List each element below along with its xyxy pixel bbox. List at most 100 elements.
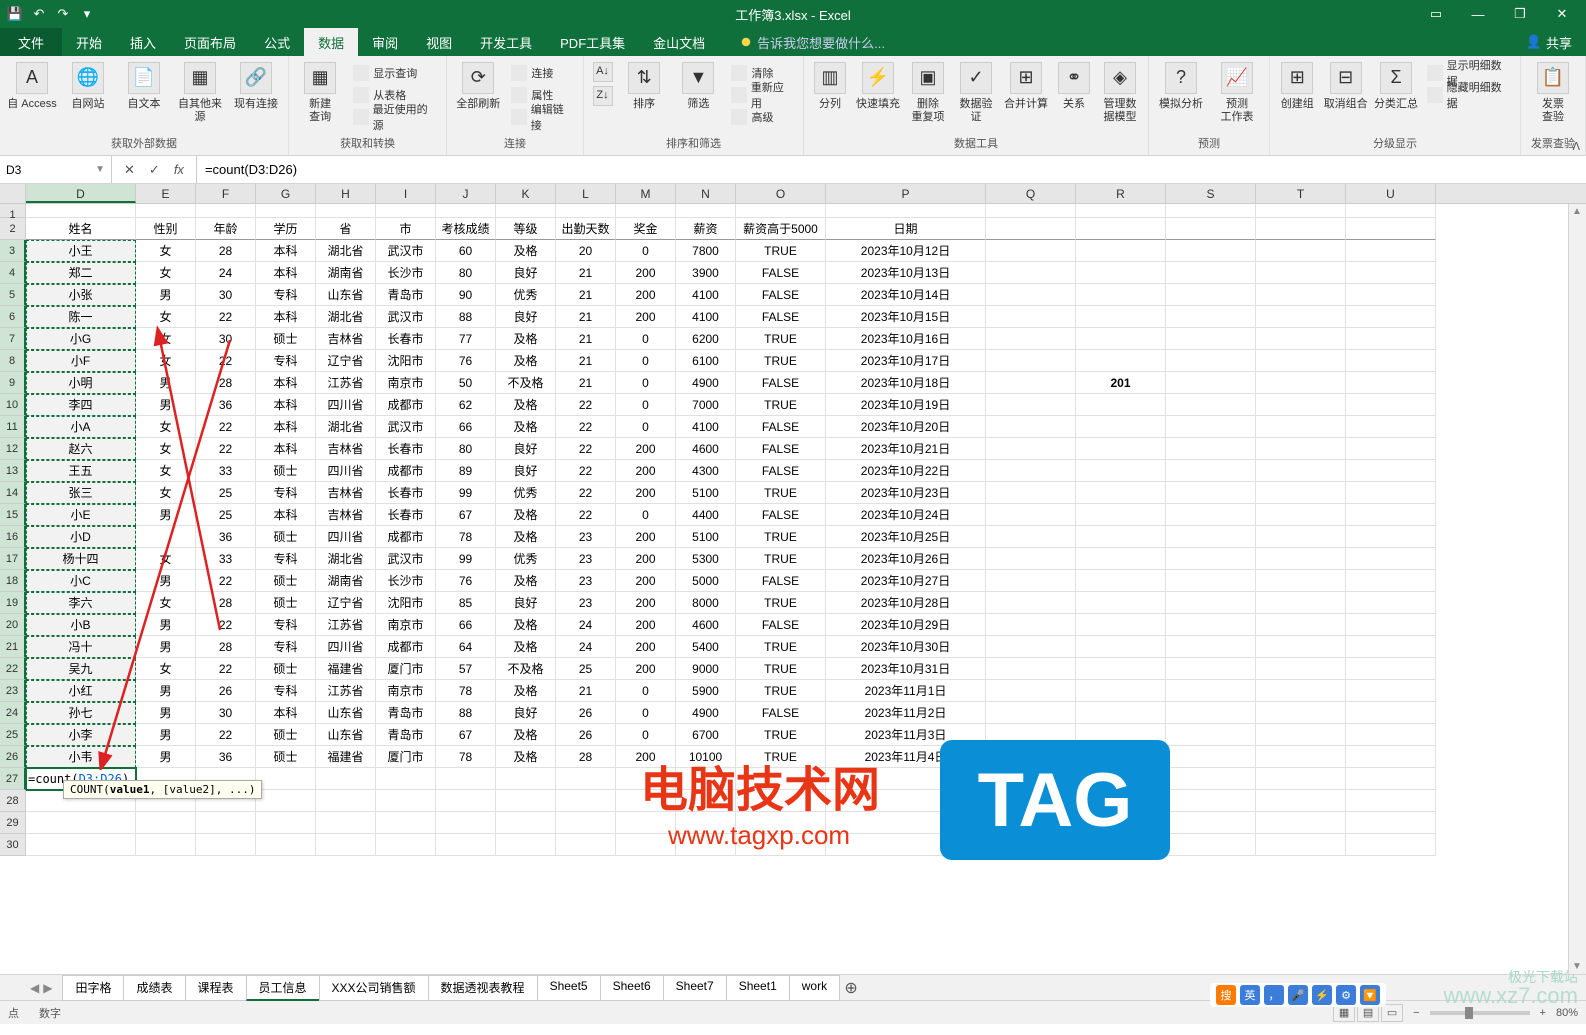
cell[interactable] — [316, 790, 376, 812]
ime-sogou-icon[interactable]: 搜 — [1216, 985, 1236, 1005]
cell[interactable] — [196, 812, 256, 834]
cell[interactable]: 200 — [616, 306, 676, 328]
cell[interactable]: 6100 — [676, 350, 736, 372]
cell[interactable]: 0 — [616, 372, 676, 394]
cell[interactable] — [1166, 262, 1256, 284]
cell[interactable] — [1256, 438, 1346, 460]
tab-data[interactable]: 数据 — [304, 28, 358, 56]
cell[interactable] — [1076, 592, 1166, 614]
row-header-7[interactable]: 7 — [0, 328, 26, 350]
cell[interactable] — [1346, 460, 1436, 482]
cell[interactable] — [1346, 328, 1436, 350]
cell[interactable]: 21 — [556, 328, 616, 350]
row-header-23[interactable]: 23 — [0, 680, 26, 702]
collapse-ribbon-button[interactable]: ᐱ — [1572, 140, 1580, 153]
from-other-button[interactable]: ▦自其他来源 — [174, 62, 226, 124]
cell[interactable]: 2023年10月15日 — [826, 306, 986, 328]
cell[interactable]: 200 — [616, 438, 676, 460]
cell[interactable]: 及格 — [496, 350, 556, 372]
cell[interactable]: 长沙市 — [376, 570, 436, 592]
cell[interactable]: 专科 — [256, 350, 316, 372]
cell[interactable]: 22 — [556, 482, 616, 504]
cell[interactable]: 2023年10月12日 — [826, 240, 986, 262]
cell[interactable] — [1166, 240, 1256, 262]
cell[interactable]: 22 — [556, 416, 616, 438]
cell[interactable]: 2023年10月13日 — [826, 262, 986, 284]
cell[interactable] — [436, 204, 496, 218]
cell[interactable] — [1256, 592, 1346, 614]
cell[interactable]: 21 — [556, 306, 616, 328]
cell[interactable]: 50 — [436, 372, 496, 394]
cell[interactable] — [1346, 526, 1436, 548]
cell[interactable]: 0 — [616, 724, 676, 746]
cell[interactable]: 0 — [616, 702, 676, 724]
cell[interactable]: FALSE — [736, 702, 826, 724]
cell[interactable]: 4300 — [676, 460, 736, 482]
cell[interactable]: 专科 — [256, 284, 316, 306]
edit-links-button[interactable]: 编辑链接 — [507, 106, 577, 128]
tab-home[interactable]: 开始 — [62, 28, 116, 56]
cell[interactable]: 201 — [1076, 372, 1166, 394]
cell[interactable] — [1346, 240, 1436, 262]
cell[interactable]: 6700 — [676, 724, 736, 746]
tab-page-layout[interactable]: 页面布局 — [170, 28, 250, 56]
cell[interactable]: 本科 — [256, 394, 316, 416]
cell[interactable]: 吉林省 — [316, 482, 376, 504]
cell[interactable] — [1346, 592, 1436, 614]
cell[interactable] — [1256, 504, 1346, 526]
cell[interactable]: 山东省 — [316, 702, 376, 724]
cell[interactable]: 武汉市 — [376, 240, 436, 262]
cell[interactable]: 吉林省 — [316, 504, 376, 526]
cell[interactable]: 专科 — [256, 548, 316, 570]
cell[interactable] — [1256, 790, 1346, 812]
sort-button[interactable]: ⇅排序 — [619, 62, 669, 111]
cell[interactable] — [1166, 416, 1256, 438]
cell[interactable] — [436, 812, 496, 834]
cell[interactable]: 2023年11月2日 — [826, 702, 986, 724]
minimize-button[interactable]: — — [1458, 1, 1498, 27]
sheet-tab[interactable]: Sheet1 — [726, 975, 790, 1001]
cell[interactable] — [136, 812, 196, 834]
cell[interactable]: 及格 — [496, 240, 556, 262]
new-query-button[interactable]: ▦新建 查询 — [295, 62, 345, 124]
cell[interactable]: 23 — [556, 526, 616, 548]
col-header-P[interactable]: P — [826, 184, 986, 203]
cell[interactable]: 硕士 — [256, 746, 316, 768]
row-header-12[interactable]: 12 — [0, 438, 26, 460]
cell[interactable]: 南京市 — [376, 372, 436, 394]
row-header-6[interactable]: 6 — [0, 306, 26, 328]
cell[interactable]: 2023年10月26日 — [826, 548, 986, 570]
cell[interactable] — [1166, 306, 1256, 328]
row-header-25[interactable]: 25 — [0, 724, 26, 746]
cell[interactable]: 成都市 — [376, 460, 436, 482]
ime-settings-icon[interactable]: ⚙ — [1336, 985, 1356, 1005]
row-header-26[interactable]: 26 — [0, 746, 26, 768]
maximize-button[interactable]: ❐ — [1500, 1, 1540, 27]
cell[interactable]: 不及格 — [496, 372, 556, 394]
cell[interactable] — [1256, 636, 1346, 658]
cell[interactable] — [496, 834, 556, 856]
chevron-down-icon[interactable]: ▼ — [95, 164, 105, 175]
cell[interactable] — [1166, 834, 1256, 856]
cell[interactable] — [1346, 834, 1436, 856]
group-button[interactable]: ⊞创建组 — [1276, 62, 1319, 111]
cell[interactable] — [1256, 240, 1346, 262]
ime-punct-icon[interactable]: ， — [1264, 985, 1284, 1005]
cell[interactable]: 200 — [616, 636, 676, 658]
cell[interactable]: 200 — [616, 592, 676, 614]
cell[interactable]: 湖南省 — [316, 570, 376, 592]
cell[interactable]: 22 — [556, 394, 616, 416]
cell[interactable]: 2023年10月31日 — [826, 658, 986, 680]
show-queries-button[interactable]: 显示查询 — [349, 62, 440, 84]
cell[interactable] — [1256, 548, 1346, 570]
cell[interactable]: TRUE — [736, 350, 826, 372]
cell[interactable] — [1076, 240, 1166, 262]
cell[interactable] — [1256, 482, 1346, 504]
cell[interactable]: 62 — [436, 394, 496, 416]
header-cell[interactable] — [1256, 218, 1346, 240]
sheet-tab[interactable]: 数据透视表教程 — [428, 975, 538, 1001]
cell[interactable] — [1076, 306, 1166, 328]
cell[interactable] — [1076, 570, 1166, 592]
cell[interactable]: 4100 — [676, 306, 736, 328]
cell[interactable]: FALSE — [736, 570, 826, 592]
